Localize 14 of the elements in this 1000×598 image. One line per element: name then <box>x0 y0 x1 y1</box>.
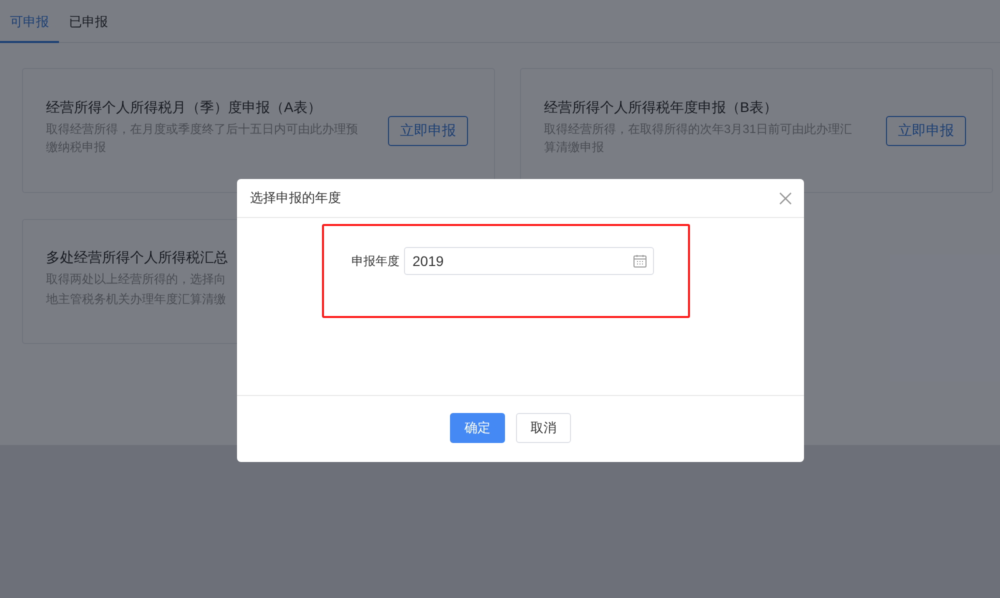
year-field[interactable]: 2019 <box>404 247 654 275</box>
calendar-icon[interactable] <box>632 254 646 268</box>
card-title: 经营所得个人所得税年度申报（B表） <box>544 98 778 116</box>
declare-button[interactable]: 立即申报 <box>886 116 966 146</box>
close-icon[interactable] <box>779 192 792 204</box>
field-label: 申报年度 <box>352 253 400 270</box>
tab[interactable]: 可申报 <box>0 2 59 43</box>
cancel-button[interactable]: 取消 <box>516 413 571 443</box>
declare-button[interactable]: 立即申报 <box>388 116 468 146</box>
tab[interactable]: 已申报 <box>59 2 118 43</box>
card-title: 多处经营所得个人所得税汇总 <box>46 248 228 266</box>
dialog-title: 选择申报的年度 <box>250 189 341 208</box>
card-title: 经营所得个人所得税月（季）度申报（A表） <box>46 98 322 116</box>
confirm-button[interactable]: 确定 <box>450 413 505 443</box>
